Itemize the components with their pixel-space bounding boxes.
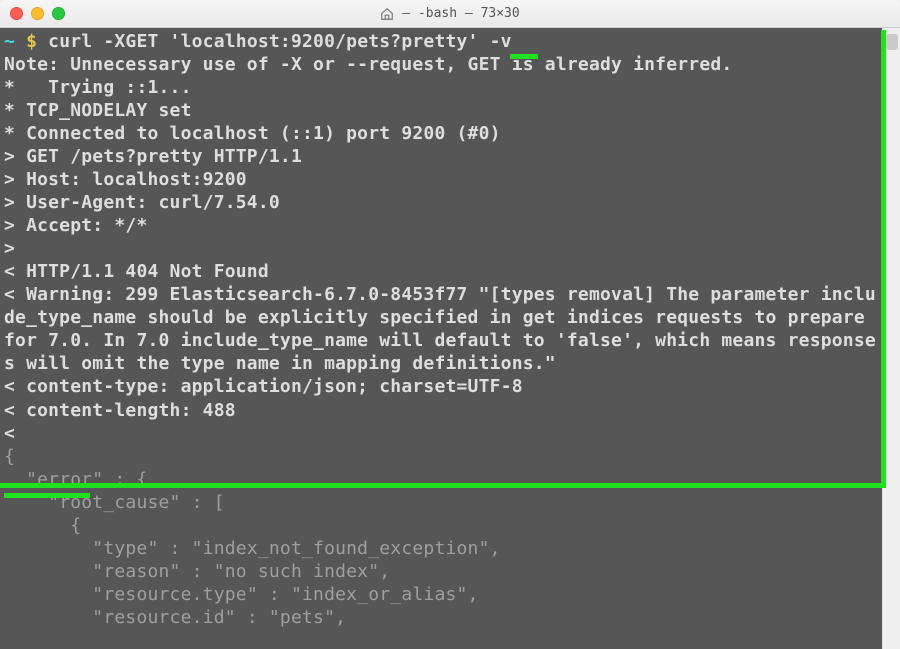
window-title-text: — -bash — 73×30	[402, 6, 519, 21]
minimize-button[interactable]	[31, 7, 44, 20]
output-line: > User-Agent: curl/7.54.0	[4, 191, 878, 214]
output-line: Note: Unnecessary use of -X or --request…	[4, 53, 878, 76]
output-line: < HTTP/1.1 404 Not Found	[4, 260, 878, 283]
prompt-command: curl -XGET 'localhost:9200/pets?pretty' …	[48, 31, 512, 52]
output-line: * Trying ::1...	[4, 76, 878, 99]
terminal-body[interactable]: ~ $ curl -XGET 'localhost:9200/pets?pret…	[0, 28, 882, 649]
output-line: < Warning: 299 Elasticsearch-6.7.0-8453f…	[4, 283, 878, 375]
prompt-line: ~ $ curl -XGET 'localhost:9200/pets?pret…	[4, 30, 878, 53]
close-button[interactable]	[10, 7, 23, 20]
zoom-button[interactable]	[52, 7, 65, 20]
prompt-path: ~	[4, 31, 26, 52]
titlebar: — -bash — 73×30	[0, 0, 900, 28]
home-icon	[380, 7, 394, 21]
output-line: >	[4, 237, 878, 260]
json-line: "reason" : "no such index",	[4, 560, 878, 583]
terminal-window: — -bash — 73×30 ~ $ curl -XGET 'localhos…	[0, 0, 900, 649]
json-line: {	[4, 445, 878, 468]
scrollbar[interactable]	[882, 28, 900, 649]
window-title: — -bash — 73×30	[0, 6, 900, 21]
json-line: "type" : "index_not_found_exception",	[4, 537, 878, 560]
output-line: * TCP_NODELAY set	[4, 99, 878, 122]
json-line: "root_cause" : [	[4, 491, 878, 514]
json-line: {	[4, 514, 878, 537]
output-line: * Connected to localhost (::1) port 9200…	[4, 122, 878, 145]
output-line: > Accept: */*	[4, 214, 878, 237]
output-line: < content-type: application/json; charse…	[4, 375, 878, 398]
output-line: > Host: localhost:9200	[4, 168, 878, 191]
output-line: > GET /pets?pretty HTTP/1.1	[4, 145, 878, 168]
output-line: < content-length: 488	[4, 399, 878, 422]
output-line: <	[4, 422, 878, 445]
json-line: "resource.type" : "index_or_alias",	[4, 583, 878, 606]
window-controls	[10, 7, 65, 20]
scrollbar-thumb[interactable]	[886, 34, 898, 50]
json-line: "error" : {	[4, 468, 878, 491]
prompt-symbol: $	[26, 31, 48, 52]
json-line: "resource.id" : "pets",	[4, 606, 878, 629]
